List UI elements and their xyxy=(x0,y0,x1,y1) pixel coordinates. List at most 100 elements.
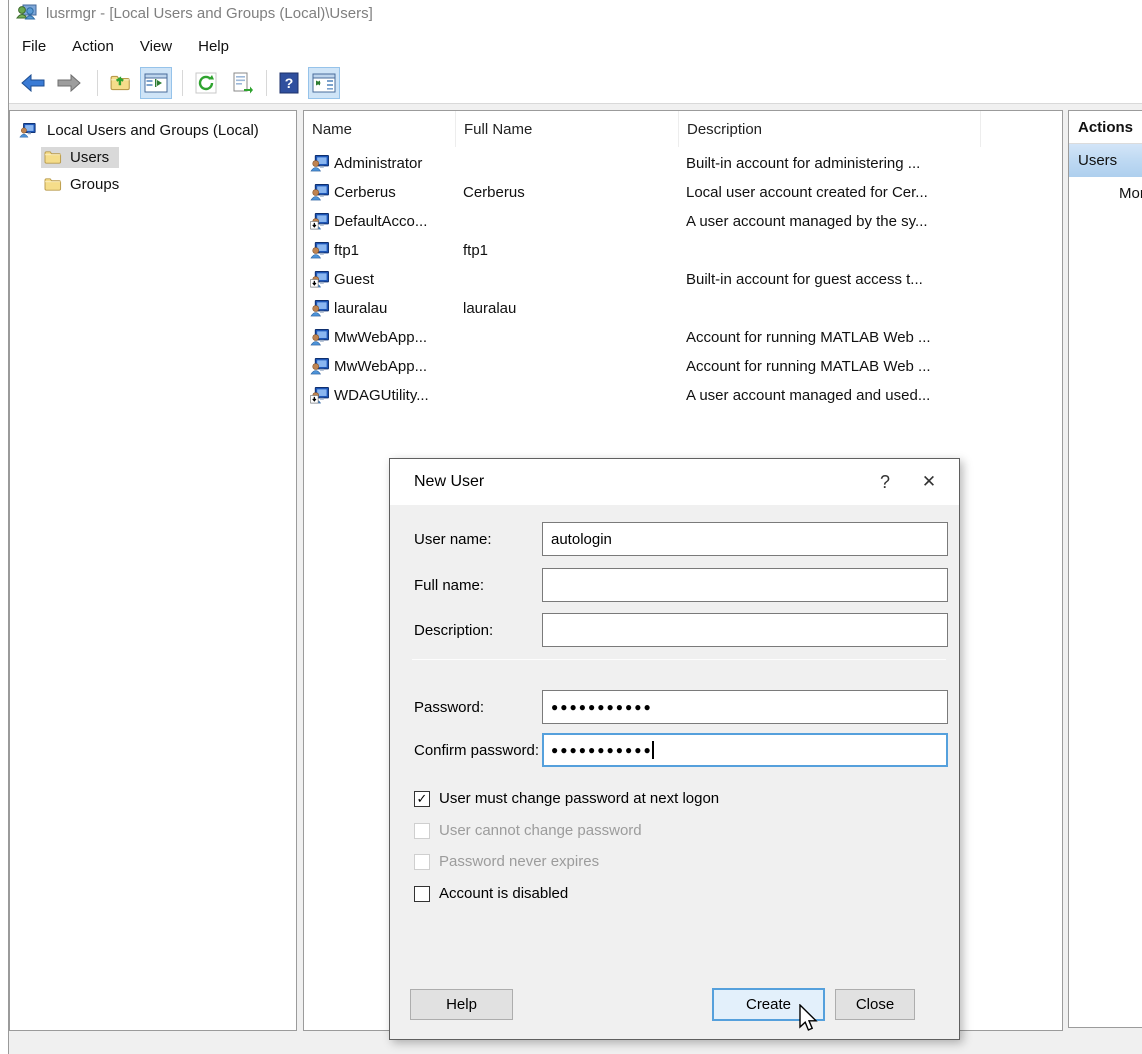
action-pane-icon xyxy=(312,73,336,93)
user-name: Administrator xyxy=(334,155,422,172)
user-icon xyxy=(310,329,330,346)
user-disabled-icon xyxy=(310,271,330,288)
menu-bar: File Action View Help xyxy=(9,30,1142,62)
user-fullname: lauralau xyxy=(463,294,679,323)
export-list-icon xyxy=(231,72,253,94)
user-row-mwwebapp1[interactable]: MwWebApp... Account for running MATLAB W… xyxy=(304,323,1062,352)
refresh-icon xyxy=(195,72,217,94)
user-fullname xyxy=(463,352,679,381)
console-tree-pane: Local Users and Groups (Local) Users Gro… xyxy=(9,110,297,1031)
password-masked-value: ●●●●●●●●●●● xyxy=(551,700,653,714)
user-name: ftp1 xyxy=(334,242,359,259)
help-button[interactable]: ? xyxy=(273,67,305,99)
export-list-button[interactable] xyxy=(226,67,258,99)
mouse-cursor xyxy=(795,1004,819,1034)
user-row-lauralau[interactable]: lauralau lauralau xyxy=(304,294,1062,323)
user-row-administrator[interactable]: Administrator Built-in account for admin… xyxy=(304,149,1062,178)
user-name: WDAGUtility... xyxy=(334,387,429,404)
refresh-button[interactable] xyxy=(190,67,222,99)
dialog-close-icon[interactable]: ✕ xyxy=(907,472,951,492)
column-header-description[interactable]: Description xyxy=(679,111,981,147)
unchecked-checkbox-icon xyxy=(414,886,430,902)
user-row-mwwebapp2[interactable]: MwWebApp... Account for running MATLAB W… xyxy=(304,352,1062,381)
user-description: A user account managed by the sy... xyxy=(686,207,986,236)
tree-node-users-label: Users xyxy=(70,149,109,166)
folder-icon xyxy=(44,176,63,193)
user-icon xyxy=(310,155,330,172)
back-icon xyxy=(21,74,45,92)
checkbox-account-disabled[interactable]: Account is disabled xyxy=(414,885,568,902)
user-description: Account for running MATLAB Web ... xyxy=(686,323,986,352)
screen: lusrmgr - [Local Users and Groups (Local… xyxy=(0,0,1142,1054)
show-console-tree-button[interactable] xyxy=(140,67,172,99)
svg-text:?: ? xyxy=(285,75,294,91)
help-dialog-button[interactable]: Help xyxy=(410,989,513,1020)
tree-node-groups[interactable]: Groups xyxy=(10,171,296,198)
unchecked-checkbox-icon xyxy=(414,854,430,870)
toolbar: ? xyxy=(9,62,1142,104)
unchecked-checkbox-icon xyxy=(414,823,430,839)
menu-action[interactable]: Action xyxy=(59,34,127,59)
checked-checkbox-icon: ✓ xyxy=(414,791,430,807)
up-folder-button[interactable] xyxy=(105,67,137,99)
user-description: A user account managed and used... xyxy=(686,381,986,410)
column-header-name[interactable]: Name xyxy=(304,111,456,147)
fullname-label: Full name: xyxy=(414,577,484,594)
tree-root-node[interactable]: Local Users and Groups (Local) xyxy=(10,117,296,144)
description-input[interactable] xyxy=(542,613,948,647)
help-icon: ? xyxy=(279,72,299,94)
description-label: Description: xyxy=(414,622,493,639)
folder-icon xyxy=(44,149,63,166)
forward-icon xyxy=(57,74,81,92)
window-title: lusrmgr - [Local Users and Groups (Local… xyxy=(46,5,373,22)
user-name: lauralau xyxy=(334,300,387,317)
window-titlebar: lusrmgr - [Local Users and Groups (Local… xyxy=(9,0,1142,26)
user-fullname: ftp1 xyxy=(463,236,679,265)
user-icon xyxy=(310,300,330,317)
back-button[interactable] xyxy=(17,67,49,99)
tree-node-users[interactable]: Users xyxy=(10,144,296,171)
checkbox-cannot-change-password: User cannot change password xyxy=(414,822,642,839)
confirm-password-input[interactable]: ●●●●●●●●●●● xyxy=(542,733,948,767)
user-description xyxy=(686,236,986,265)
dialog-help-icon[interactable]: ? xyxy=(863,472,907,493)
toolbar-separator xyxy=(97,70,98,96)
fullname-input[interactable] xyxy=(542,568,948,602)
user-row-cerberus[interactable]: Cerberus Cerberus Local user account cre… xyxy=(304,178,1062,207)
show-action-pane-button[interactable] xyxy=(308,67,340,99)
actions-item-more-actions[interactable]: More Actions xyxy=(1069,177,1142,210)
new-user-dialog: New User ? ✕ User name: autologin Full n… xyxy=(389,458,960,1040)
menu-file[interactable]: File xyxy=(9,34,59,59)
user-fullname: Cerberus xyxy=(463,178,679,207)
actions-pane: Actions Users More Actions xyxy=(1068,110,1142,1028)
toolbar-separator xyxy=(182,70,183,96)
forward-button[interactable] xyxy=(53,67,85,99)
menu-help[interactable]: Help xyxy=(185,34,242,59)
dialog-separator xyxy=(412,659,946,660)
user-description xyxy=(686,294,986,323)
password-label: Password: xyxy=(414,699,484,716)
user-description: Account for running MATLAB Web ... xyxy=(686,352,986,381)
actions-pane-header: Actions xyxy=(1069,111,1142,144)
user-fullname xyxy=(463,149,679,178)
checkbox-must-change-password[interactable]: ✓ User must change password at next logo… xyxy=(414,790,719,807)
close-button[interactable]: Close xyxy=(835,989,915,1020)
user-row-wdagutility[interactable]: WDAGUtility... A user account managed an… xyxy=(304,381,1062,410)
password-input[interactable]: ●●●●●●●●●●● xyxy=(542,690,948,724)
checkbox-password-never-expires: Password never expires xyxy=(414,853,599,870)
username-input[interactable]: autologin xyxy=(542,522,948,556)
user-row-guest[interactable]: Guest Built-in account for guest access … xyxy=(304,265,1062,294)
confirm-password-label: Confirm password: xyxy=(414,742,539,759)
column-header-fullname[interactable]: Full Name xyxy=(456,111,679,147)
text-caret xyxy=(652,741,654,759)
checkbox-label: User must change password at next logon xyxy=(439,790,719,807)
user-description: Local user account created for Cer... xyxy=(686,178,986,207)
list-rows: Administrator Built-in account for admin… xyxy=(304,149,1062,410)
user-fullname xyxy=(463,265,679,294)
actions-item-users[interactable]: Users xyxy=(1069,144,1142,177)
app-icon xyxy=(16,3,38,23)
user-row-defaultaccount[interactable]: DefaultAcco... A user account managed by… xyxy=(304,207,1062,236)
menu-view[interactable]: View xyxy=(127,34,185,59)
user-name: MwWebApp... xyxy=(334,329,427,346)
user-row-ftp1[interactable]: ftp1 ftp1 xyxy=(304,236,1062,265)
